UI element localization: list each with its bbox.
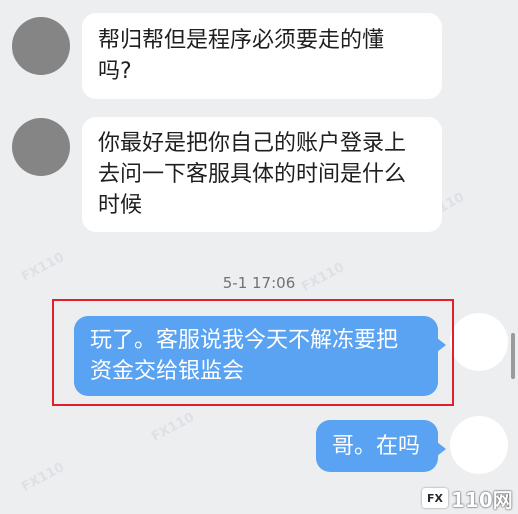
message-bubble-outgoing[interactable]: 哥。在吗 — [316, 420, 446, 472]
message-timestamp: 5-1 17:06 — [222, 274, 296, 292]
contact-avatar[interactable] — [12, 118, 70, 176]
logo-mark: FX — [422, 488, 448, 508]
message-bubble-incoming[interactable]: 你最好是把你自己的账户登录上 去问一下客服具体的时间是什么 时候 — [82, 117, 442, 232]
message-text: 哥。在吗 — [332, 433, 421, 459]
message-text: 帮归帮但是程序必须要走的懂 吗? — [98, 28, 385, 84]
highlight-box — [52, 299, 454, 406]
message-text: 你最好是把你自己的账户登录上 去问一下客服具体的时间是什么 时候 — [98, 131, 407, 218]
user-avatar[interactable] — [450, 313, 508, 371]
scrollbar-thumb[interactable] — [511, 333, 515, 379]
message-bubble-incoming[interactable]: 帮归帮但是程序必须要走的懂 吗? — [82, 13, 442, 99]
watermark-logo: FX 110网 — [422, 486, 513, 512]
user-avatar[interactable] — [450, 416, 508, 474]
watermark-mark: FX110 — [19, 460, 67, 495]
logo-text: 110网 — [451, 487, 513, 512]
watermark-mark: FX110 — [149, 410, 197, 445]
contact-avatar[interactable] — [12, 17, 70, 75]
